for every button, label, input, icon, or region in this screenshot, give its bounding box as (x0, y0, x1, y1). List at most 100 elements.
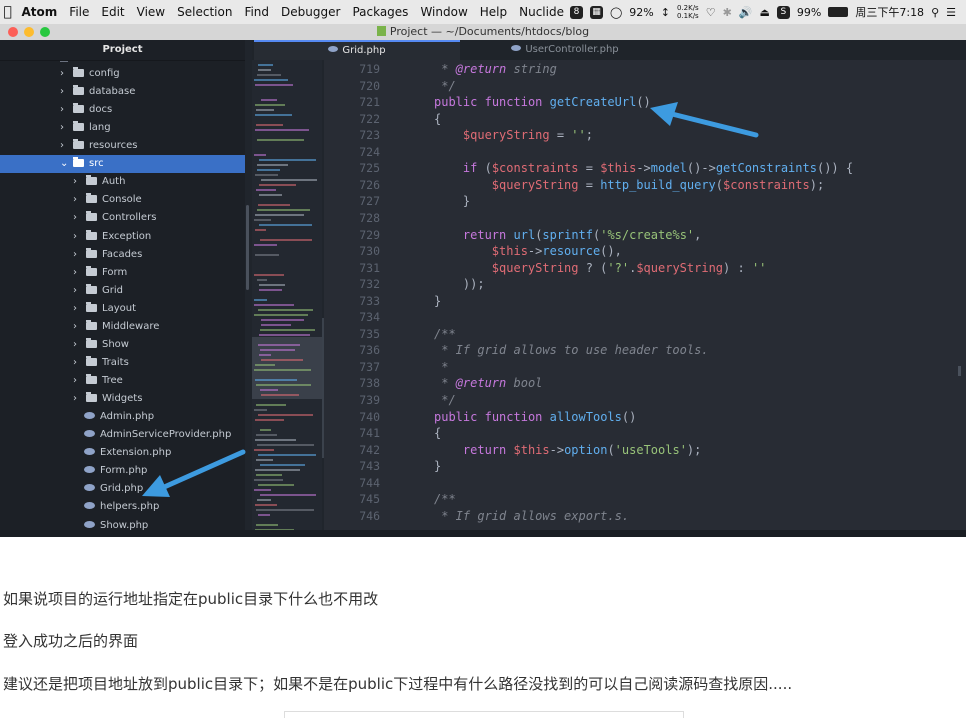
menu-selection[interactable]: Selection (171, 5, 238, 19)
tree-folder-item[interactable]: › Exception (0, 228, 245, 246)
editor-scrollbar[interactable] (958, 366, 961, 376)
battery-icon[interactable] (828, 7, 849, 17)
menu-help[interactable]: Help (474, 5, 513, 19)
minimap-stroke (254, 449, 274, 451)
minimap-stroke (256, 474, 282, 476)
minimap-stroke (254, 304, 294, 306)
s-app-icon[interactable]: S (776, 5, 790, 19)
code-token: public (434, 95, 478, 110)
menu-find[interactable]: Find (238, 5, 275, 19)
chevron-right-icon[interactable]: › (73, 336, 83, 354)
tree-folder-item[interactable]: › Traits (0, 354, 245, 372)
chevron-right-icon[interactable]: › (73, 191, 83, 209)
tree-folder-item[interactable]: › docs (0, 101, 245, 119)
chevron-right-icon[interactable]: › (60, 137, 70, 155)
tree-folder-item[interactable]: › Controllers (0, 209, 245, 227)
minimap-stroke (261, 324, 291, 326)
menu-packages[interactable]: Packages (346, 5, 414, 19)
minimap-stroke (260, 239, 312, 241)
chevron-right-icon[interactable]: › (60, 119, 70, 137)
menu-app-name[interactable]: Atom (16, 5, 64, 19)
minimap-stroke (257, 74, 281, 76)
tree-folder-item[interactable]: › Widgets (0, 390, 245, 408)
tree-folder-item[interactable]: › resources (0, 137, 245, 155)
chevron-right-icon[interactable]: › (73, 264, 83, 282)
chevron-right-icon[interactable]: › (73, 390, 83, 408)
apple-icon[interactable]:  (0, 4, 16, 20)
tab-grid-php[interactable]: Grid.php (254, 40, 460, 60)
minimap-stroke (256, 434, 277, 436)
chevron-right-icon[interactable]: › (60, 101, 70, 119)
minimap-stroke (261, 179, 317, 181)
tree-item-label: Tree (102, 375, 123, 387)
menu-edit[interactable]: Edit (95, 5, 130, 19)
eject-icon[interactable]: ⏏ (760, 6, 770, 19)
tree-folder-item[interactable]: › database (0, 83, 245, 101)
tree-scrollbar[interactable] (246, 205, 249, 290)
close-window-button[interactable] (8, 27, 18, 37)
tree-folder-item[interactable]: › lang (0, 119, 245, 137)
zoom-window-button[interactable] (40, 27, 50, 37)
tree-file-item[interactable]: Form.php (0, 462, 245, 480)
chevron-right-icon[interactable]: › (73, 228, 83, 246)
code-editor[interactable]: 719 * @return string 720 */ 721 public func… (324, 60, 966, 530)
tree-folder-item[interactable]: › Tree (0, 372, 245, 390)
chevron-right-icon[interactable]: › (73, 282, 83, 300)
menu-view[interactable]: View (131, 5, 171, 19)
tree-folder-item[interactable]: › Facades (0, 246, 245, 264)
document-icon (376, 26, 386, 36)
minimize-window-button[interactable] (24, 27, 34, 37)
list-icon[interactable]: ☰ (946, 6, 956, 19)
chevron-right-icon[interactable]: › (73, 354, 83, 372)
tree-folder-item[interactable]: › Layout (0, 300, 245, 318)
collapsed-row-marker (60, 61, 68, 62)
tree-file-item[interactable]: Extension.php (0, 444, 245, 462)
window-title: Project — ~/Documents/htdocs/blog (389, 25, 590, 38)
tree-item-label: docs (89, 104, 113, 116)
tab-user-controller[interactable]: UserController.php (460, 40, 670, 60)
heart-icon[interactable]: ♡ (706, 6, 716, 19)
grid-app-icon[interactable]: ▦ (589, 5, 603, 19)
chevron-right-icon[interactable]: › (73, 173, 83, 191)
chevron-right-icon[interactable]: › (60, 65, 70, 83)
tree-folder-item[interactable]: › Grid (0, 282, 245, 300)
menu-file[interactable]: File (63, 5, 95, 19)
menu-debugger[interactable]: Debugger (275, 5, 346, 19)
bluetooth-icon[interactable]: ✱ (723, 6, 732, 19)
chevron-down-icon[interactable]: ⌄ (60, 155, 70, 173)
chevron-right-icon[interactable]: › (73, 318, 83, 336)
minimap-stroke (256, 384, 311, 386)
tree-folder-item[interactable]: › Console (0, 191, 245, 209)
cpu-ring-icon[interactable]: ◯ (610, 6, 622, 19)
code-token: getCreateUrl (549, 95, 637, 110)
code-token: /** (434, 326, 456, 341)
line-number: 723 (359, 128, 380, 143)
chevron-right-icon[interactable]: › (73, 246, 83, 264)
tree-folder-item[interactable]: › Middleware (0, 318, 245, 336)
code-line: /** (434, 492, 456, 506)
code-line: return $this->option('useTools'); (434, 443, 701, 457)
tree-folder-item[interactable]: › config (0, 65, 245, 83)
tree-folder-item[interactable]: › Auth (0, 173, 245, 191)
minimap[interactable] (252, 60, 322, 537)
tree-file-item[interactable]: Admin.php (0, 408, 245, 426)
tree-folder-item[interactable]: › Form (0, 264, 245, 282)
tree-file-item[interactable]: AdminServiceProvider.php (0, 426, 245, 444)
chevron-right-icon[interactable]: › (73, 209, 83, 227)
chevron-right-icon[interactable]: › (73, 372, 83, 390)
tree-file-item[interactable]: helpers.php (0, 498, 245, 516)
status-app-icon[interactable]: 8 (569, 5, 583, 19)
chevron-right-icon[interactable]: › (60, 83, 70, 101)
volume-icon[interactable]: 🔊 (739, 6, 753, 19)
code-token: * (434, 62, 456, 76)
screenshot-atom-editor:  Atom File Edit View Selection Find Deb… (0, 0, 966, 537)
tree-folder-item[interactable]: ⌄ src (0, 155, 245, 174)
tree-file-item[interactable]: Grid.php (0, 480, 245, 498)
menu-nuclide[interactable]: Nuclide (513, 5, 570, 19)
tree-folder-item[interactable]: › Show (0, 336, 245, 354)
chevron-right-icon[interactable]: › (73, 300, 83, 318)
search-icon[interactable]: ⚲ (931, 6, 939, 19)
clock[interactable]: 周三下午7:18 (855, 4, 924, 20)
menu-window[interactable]: Window (414, 5, 473, 19)
